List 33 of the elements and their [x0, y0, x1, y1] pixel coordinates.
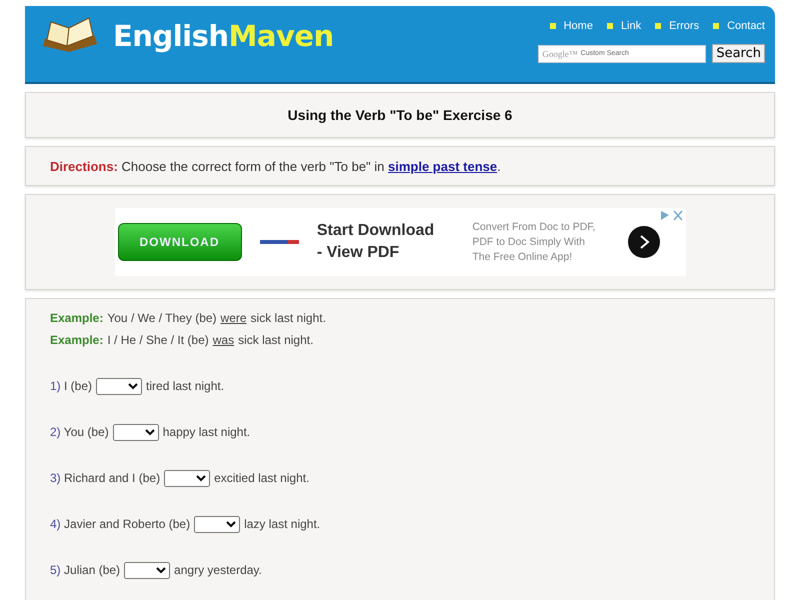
- next-button[interactable]: [628, 226, 660, 258]
- question-text: lazy last night.: [244, 517, 320, 531]
- chevron-icon: [638, 235, 650, 249]
- answer-dropdown[interactable]: [96, 378, 142, 394]
- tense-link[interactable]: simple past tense: [388, 158, 498, 174]
- nav-link[interactable]: Contact: [713, 20, 765, 32]
- nav-link[interactable]: Errors: [655, 20, 700, 32]
- search-brand: Google™: [542, 48, 578, 58]
- answer-dropdown[interactable]: [124, 562, 170, 578]
- answer-dropdown[interactable]: [112, 424, 159, 440]
- question-text: 2) You (be): [50, 425, 109, 439]
- answer-dropdown[interactable]: [194, 516, 240, 532]
- question-text: 5) Julian (be): [50, 563, 120, 577]
- example-text: Example: I / He / She / It (be) was sick last night.: [50, 332, 314, 349]
- ad-headline[interactable]: Start Download - View PDF: [316, 220, 454, 264]
- question-text: excitied last night.: [214, 471, 310, 485]
- question-text: angry yesterday.: [174, 563, 262, 577]
- question-text: tired last night.: [146, 379, 224, 393]
- answer-dropdown[interactable]: [164, 470, 210, 486]
- ad-text: Convert From Doc to PDF, PDF to Doc Simply With The Free Online App!: [472, 220, 596, 264]
- logo-icon: [260, 238, 299, 246]
- example-text: Example: You / We / They (be) were sick last night.: [50, 310, 327, 327]
- page-title: Using the Verb "To be" Exercise 6: [286, 107, 514, 123]
- download-button[interactable]: DOWNLOAD: [118, 223, 242, 261]
- question-text: 3) Richard and I (be): [50, 471, 160, 485]
- question-text: 1) I (be): [50, 379, 92, 393]
- question-text: 4) Javier and Roberto (be): [50, 517, 190, 531]
- question-text: happy last night.: [162, 425, 250, 439]
- nav-link[interactable]: Link: [606, 20, 642, 32]
- nav-link[interactable]: Home: [550, 20, 593, 32]
- search-button[interactable]: Search: [712, 44, 765, 63]
- site-logo[interactable]: EnglishMaven: [113, 19, 334, 53]
- directions-text: Directions: Choose the correct form of the verb "To be" in simple past tense.: [50, 158, 501, 174]
